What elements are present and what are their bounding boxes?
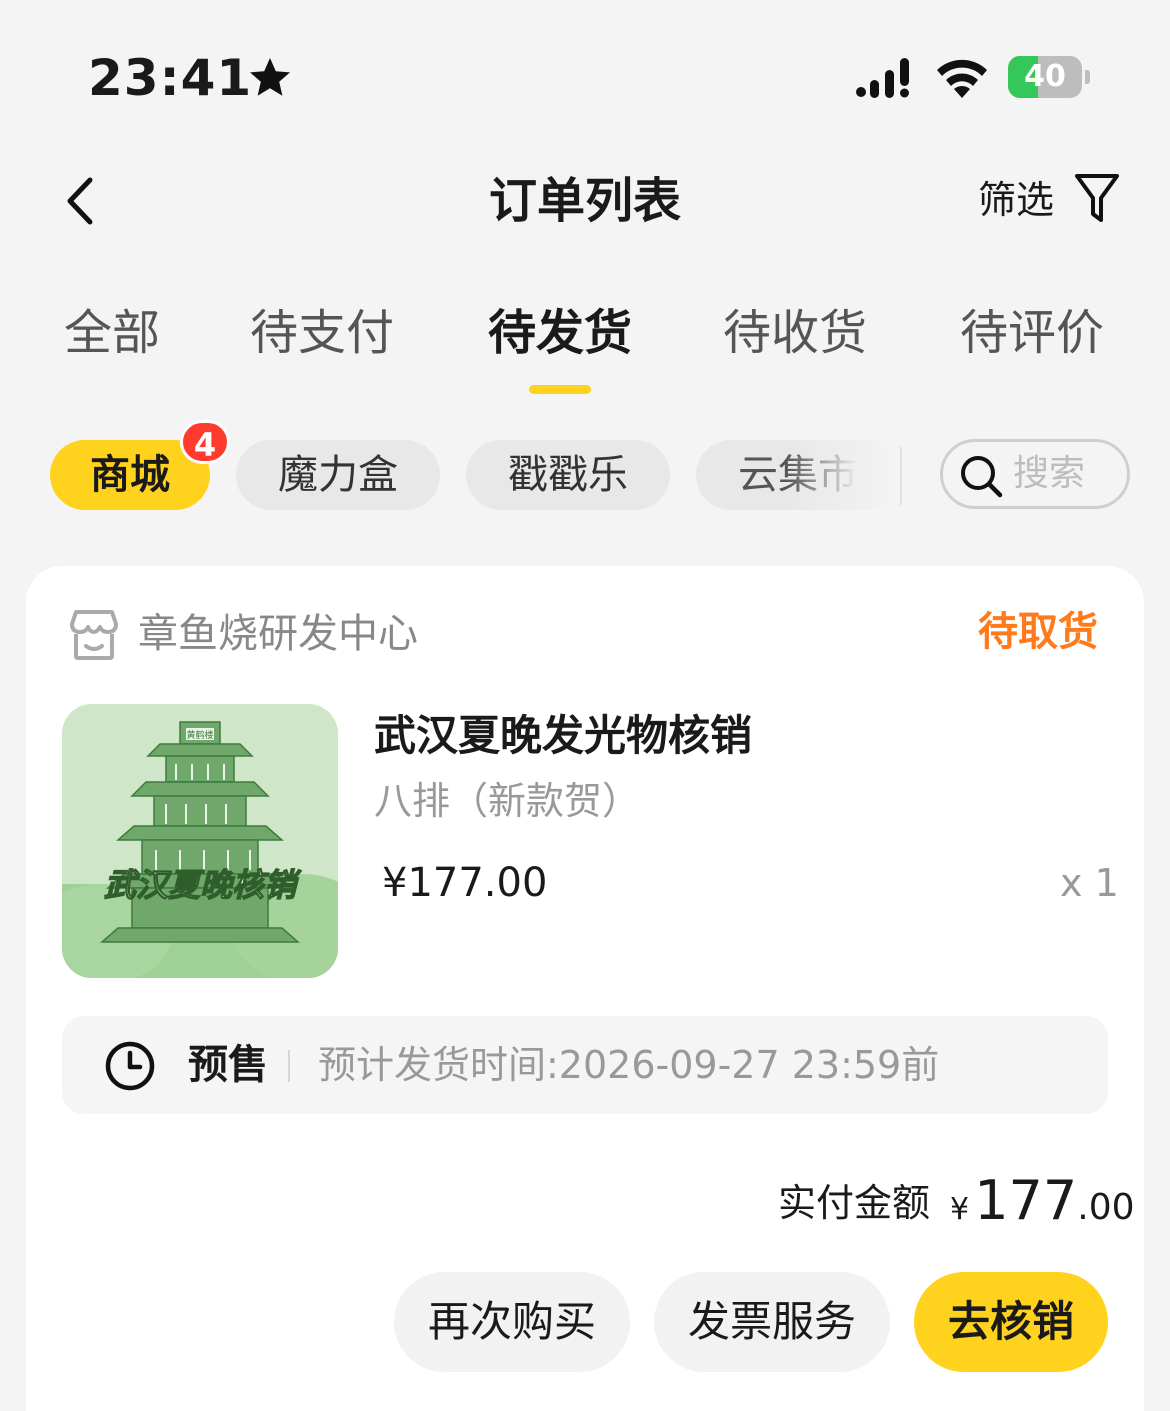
shop-icon (70, 610, 118, 660)
paid-integer: 177 (974, 1169, 1078, 1232)
filter-button[interactable]: 筛选 (978, 176, 1054, 224)
search-placeholder: 搜索 (1013, 453, 1086, 494)
chip-poke-fun[interactable]: 戳戳乐 (466, 440, 670, 510)
tab-pending-payment[interactable]: 待支付 (250, 300, 394, 366)
presale-label: 预售 (188, 1042, 268, 1088)
invoice-button[interactable]: 发票服务 (654, 1272, 890, 1372)
redeem-button[interactable]: 去核销 (914, 1272, 1108, 1372)
product-spec: 八排（新款贺） (374, 779, 641, 823)
status-time: 23:41 (88, 49, 253, 107)
wifi-icon (937, 59, 987, 98)
chip-divider (900, 447, 902, 505)
tower-plaque: 黄鹤楼 (186, 729, 213, 741)
battery-level: 40 (1024, 59, 1066, 94)
product-name[interactable]: 武汉夏晚发光物核销 (374, 706, 752, 766)
presale-ship-time: 预计发货时间:2026-09-27 23:59前 (318, 1043, 940, 1087)
tab-pending-receipt[interactable]: 待收货 (723, 300, 867, 366)
order-status: 待取货 (978, 609, 1098, 655)
chip-cloud-market-label: 云集市 (738, 452, 858, 498)
tower-illustration: 黄鹤楼 武汉夏晚核销 (62, 704, 338, 978)
product-image[interactable]: 黄鹤楼 武汉夏晚核销 (62, 704, 338, 978)
tab-pending-shipment[interactable]: 待发货 (488, 300, 632, 366)
active-tab-indicator (529, 385, 591, 394)
filter-icon[interactable] (1074, 172, 1120, 226)
presale-info: 预售 预计发货时间:2026-09-27 23:59前 (62, 1016, 1108, 1114)
product-price: ¥177.00 (382, 860, 548, 906)
chip-mall-badge: 4 (180, 420, 230, 464)
product-quantity: x 1 (1060, 861, 1119, 905)
paid-currency: ¥ (950, 1192, 970, 1227)
paid-amount: ¥ 177.00 (950, 1166, 1135, 1249)
chip-cloud-market[interactable]: 云集市 (696, 440, 900, 510)
search-icon (961, 456, 1003, 498)
clock-icon (105, 1041, 155, 1091)
paid-amount-label: 实付金额 (778, 1181, 931, 1225)
battery-icon: 40 (1008, 56, 1090, 98)
tab-all[interactable]: 全部 (64, 300, 160, 366)
product-image-caption: 武汉夏晚核销 (104, 866, 302, 904)
star-icon (250, 58, 290, 96)
paid-decimal: .00 (1077, 1187, 1135, 1228)
search-input[interactable]: 搜索 (940, 439, 1130, 509)
presale-divider (288, 1050, 290, 1082)
rebuy-button[interactable]: 再次购买 (394, 1272, 630, 1372)
chip-magic-box[interactable]: 魔力盒 (236, 440, 440, 510)
tab-pending-review[interactable]: 待评价 (960, 300, 1104, 366)
shop-name[interactable]: 章鱼烧研发中心 (138, 606, 418, 662)
signal-icon (856, 58, 909, 98)
